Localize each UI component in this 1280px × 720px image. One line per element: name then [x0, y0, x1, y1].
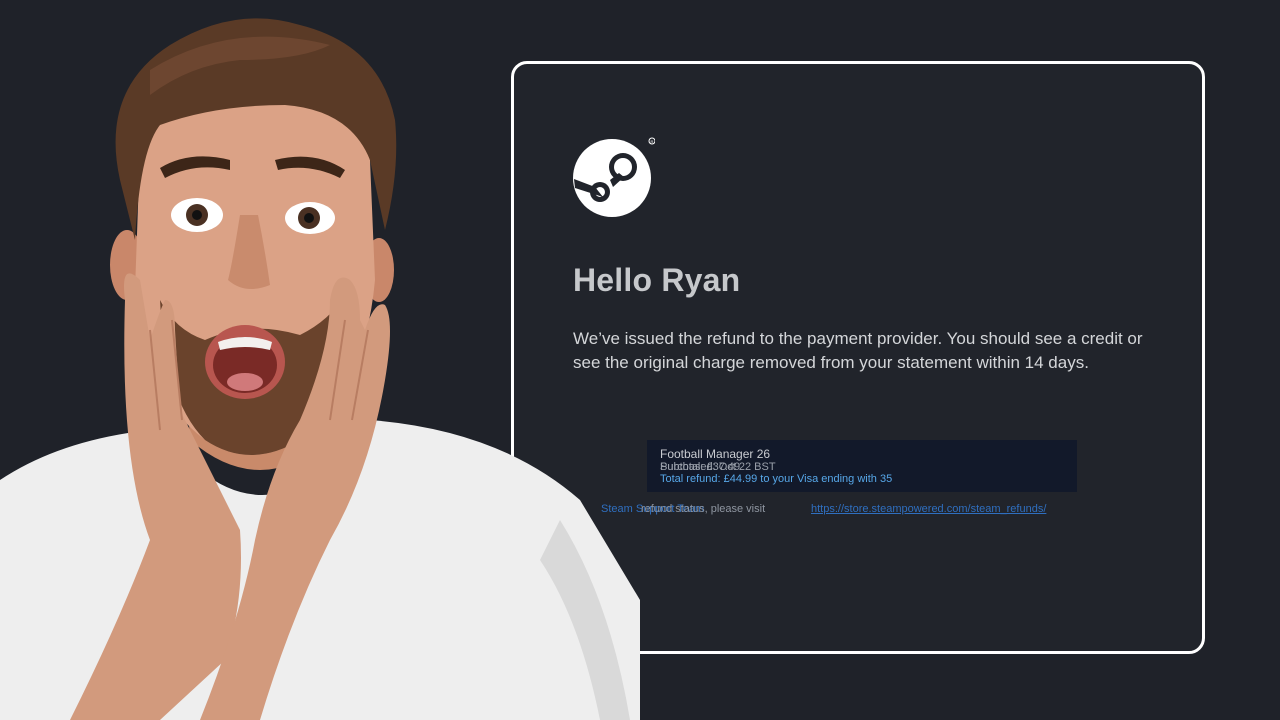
- total-refund-label: Total refund:: [660, 473, 721, 485]
- refund-footer: Steam Support Team refund status, please…: [601, 503, 1081, 519]
- refund-summary-panel: Football Manager 26 Purchased: Oct 22 BS…: [647, 440, 1077, 492]
- shocked-man-photo: [0, 18, 640, 720]
- subtotal: Subtotal: £37.49: [660, 461, 741, 473]
- game-title: Football Manager 26: [660, 447, 771, 461]
- footer-text: refund status, please visit: [641, 503, 766, 515]
- purchase-details: Purchased: Oct 22 BST Subtotal: £37.49: [660, 461, 1064, 473]
- total-refund-value: £44.99 to your Visa ending with 35: [723, 473, 893, 485]
- steam-refunds-link[interactable]: https://store.steampowered.com/steam_ref…: [811, 503, 1046, 515]
- total-refund: Total refund: £44.99 to your Visa ending…: [660, 473, 1064, 486]
- refund-message: We’ve issued the refund to the payment p…: [573, 329, 1143, 372]
- svg-text:R: R: [651, 139, 654, 144]
